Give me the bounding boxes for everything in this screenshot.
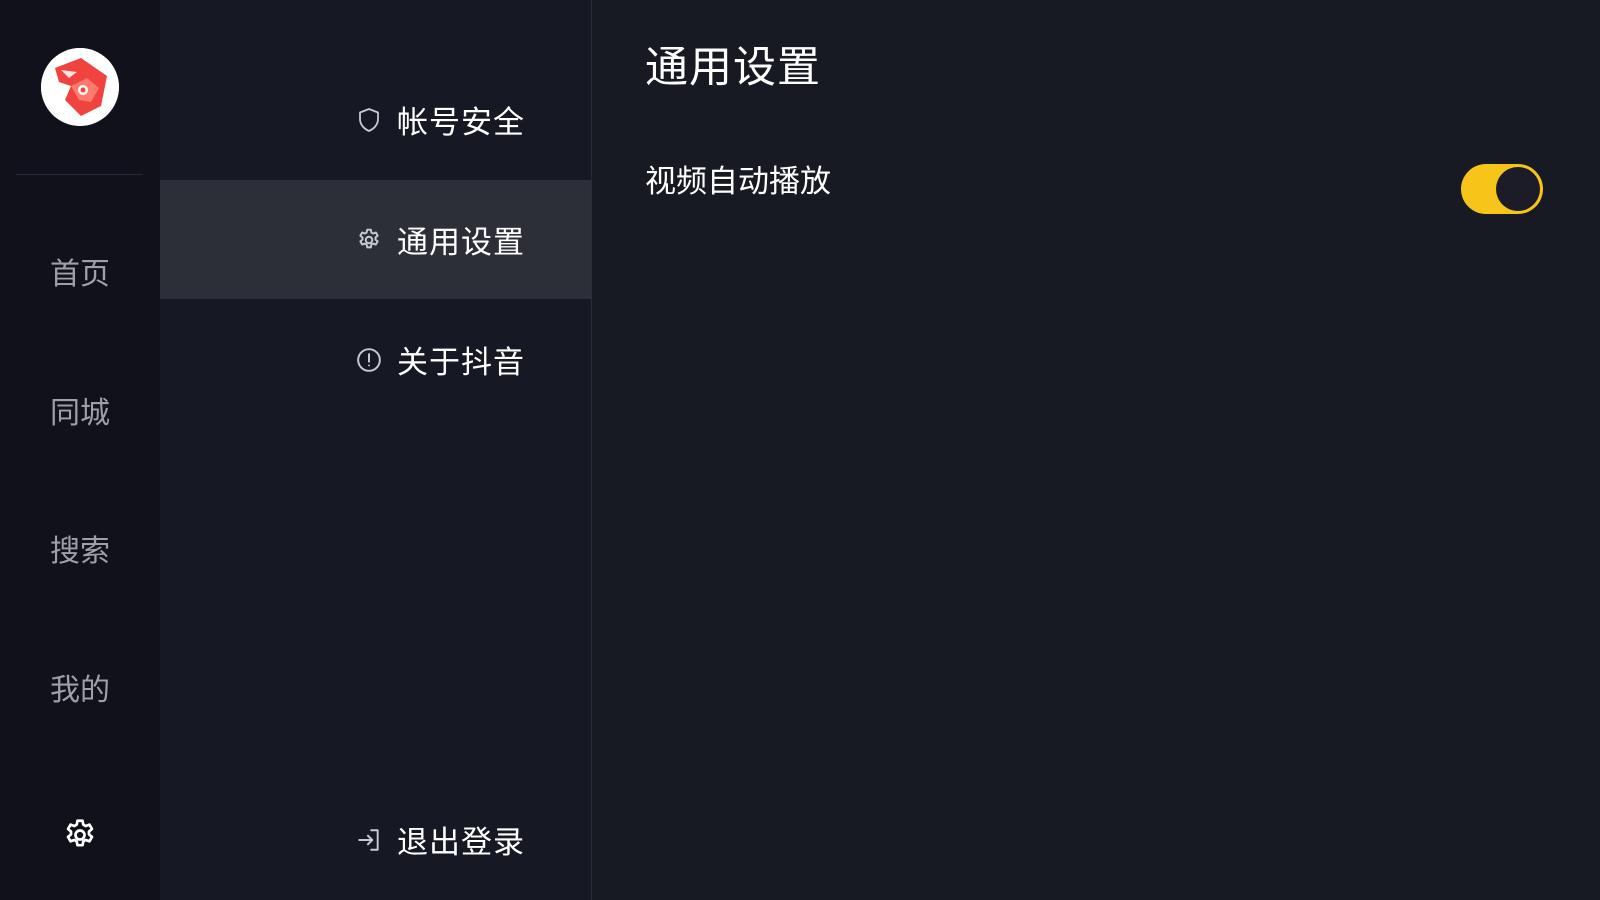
menu-item-label: 帐号安全 [397, 105, 525, 141]
nav-rail: 首页 同城 搜索 我的 [0, 0, 160, 900]
rail-divider [16, 174, 143, 175]
nav-item-me[interactable]: 我的 [0, 671, 160, 711]
toggle-knob [1496, 167, 1540, 211]
logout-button[interactable]: 退出登录 [160, 780, 591, 899]
nav-item-nearby[interactable]: 同城 [0, 394, 160, 434]
gear-icon [66, 819, 94, 847]
settings-menu: 帐号安全 通用设置 关于抖音 退出登录 [160, 0, 592, 900]
avatar[interactable] [41, 48, 119, 126]
nav-item-home[interactable]: 首页 [0, 255, 160, 295]
menu-item-general-settings[interactable]: 通用设置 [160, 180, 591, 299]
setting-row-autoplay: 视频自动播放 [645, 160, 1543, 216]
page-title: 通用设置 [645, 43, 821, 93]
menu-item-label: 关于抖音 [397, 345, 525, 381]
menu-item-label: 通用设置 [397, 225, 525, 261]
app-window: 首页 同城 搜索 我的 帐号安全 通用设置 关于抖音 退出登录 通用设置 视频自… [0, 0, 1600, 900]
autoplay-toggle[interactable] [1461, 164, 1543, 214]
shield-icon [355, 106, 383, 134]
gear-icon [355, 226, 383, 254]
settings-content: 通用设置 视频自动播放 [592, 0, 1600, 900]
setting-label: 视频自动播放 [645, 164, 831, 200]
fox-logo-icon [41, 48, 119, 126]
logout-label: 退出登录 [397, 825, 525, 861]
menu-item-account-security[interactable]: 帐号安全 [160, 60, 591, 179]
settings-gear-button[interactable] [62, 817, 98, 853]
logout-icon [355, 826, 383, 854]
nav-item-search[interactable]: 搜索 [0, 532, 160, 572]
menu-item-about[interactable]: 关于抖音 [160, 300, 591, 419]
info-circle-icon [355, 346, 383, 374]
